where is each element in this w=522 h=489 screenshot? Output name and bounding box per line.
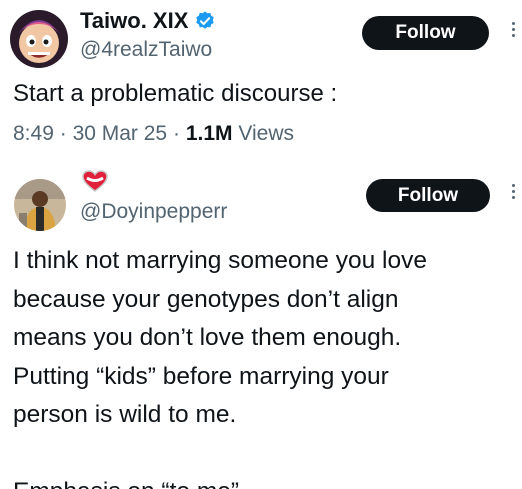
meta-separator: ·	[172, 122, 180, 145]
tweet1-handle[interactable]: @4realzTaiwo	[80, 38, 212, 62]
avatar-photo-icon	[14, 179, 66, 231]
tweet2-line: means you don’t love them enough.	[13, 324, 402, 351]
tweet1-display-name[interactable]: Taiwo. XIX	[80, 8, 188, 34]
tweet2-line: I think not marrying someone you love	[13, 247, 427, 274]
avatar-taiwo[interactable]	[10, 10, 68, 68]
tweet1-name-row[interactable]: Taiwo. XIX	[80, 8, 216, 34]
tweet2-line: Putting “kids” before marrying your	[13, 362, 389, 390]
more-options-icon[interactable]	[512, 22, 516, 37]
tweet1-date[interactable]: 30 Mar 25	[73, 122, 168, 145]
views-count: 1.1M	[185, 122, 233, 145]
heart-emoji-icon	[82, 170, 108, 192]
tweet2-emphasis-line: Emphasis on “to me”	[13, 473, 427, 489]
tweet1-meta: 8:49 · 30 Mar 25 · 1.1M Views	[13, 122, 294, 146]
tweet2-text: I think not marrying someone you love be…	[13, 242, 427, 489]
tweet1-time[interactable]: 8:49	[13, 122, 54, 145]
tweet1-text: Start a problematic discourse :	[13, 80, 338, 107]
avatar-cartoon-icon	[10, 10, 68, 68]
more-options-icon[interactable]	[512, 184, 516, 199]
tweet2-line: because your genotypes don’t align	[13, 285, 399, 313]
tweet-thread: Taiwo. XIX @4realzTaiwo Follow Start a p…	[0, 0, 522, 489]
views-label: Views	[238, 122, 294, 145]
follow-button-tweet2[interactable]: Follow	[366, 179, 490, 212]
follow-button-tweet1[interactable]: Follow	[362, 16, 489, 50]
tweet2-handle[interactable]: @Doyinpepperr	[80, 200, 227, 224]
tweet2-line: person is wild to me.	[13, 401, 237, 428]
avatar-doyin[interactable]	[14, 179, 66, 231]
verified-badge-icon	[194, 10, 216, 32]
meta-separator: ·	[59, 122, 67, 145]
